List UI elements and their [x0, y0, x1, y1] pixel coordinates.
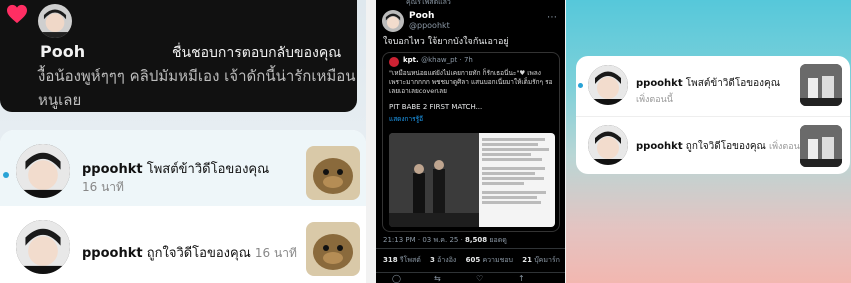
- reply-icon[interactable]: ◯: [392, 274, 401, 283]
- list-item[interactable]: ppoohkt โพสต์ข้าวิดีโอของคุณ เพิ่งตอนนี้: [576, 56, 850, 114]
- view-label: ยอดดู: [489, 236, 507, 244]
- heart-icon: [7, 4, 27, 24]
- notification-text: ppoohkt โพสต์ข้าวิดีโอของคุณ: [82, 158, 269, 179]
- like-icon[interactable]: ♡: [476, 274, 483, 283]
- right-screenshot: ppoohkt โพสต์ข้าวิดีโอของคุณ เพิ่งตอนนี้…: [566, 0, 851, 283]
- notification-text: ppoohkt ถูกใจวิดีโอของคุณ 16 นาที: [82, 242, 297, 263]
- user-name: ppoohkt: [82, 162, 143, 177]
- bookmark-label: บุ๊คมาร์ก: [534, 256, 560, 264]
- bookmark-count[interactable]: 21: [522, 256, 532, 264]
- avatar[interactable]: [38, 4, 72, 38]
- tweet-stats: 318 รีโพสต์ 3 อ้างอิง 605 ความชอบ 21 บุ๊…: [376, 248, 565, 266]
- notification-text: ppoohkt โพสต์ข้าวิดีโอของคุณ: [636, 76, 780, 91]
- user-name: ppoohkt: [82, 246, 143, 261]
- video-thumbnail[interactable]: [306, 222, 360, 276]
- view-count: 8,508: [465, 236, 488, 244]
- avatar[interactable]: [588, 65, 628, 105]
- quote-count[interactable]: 3: [430, 256, 435, 264]
- video-thumbnail[interactable]: [800, 64, 842, 106]
- quote-handle: @khaw_pt · 7h: [421, 56, 473, 64]
- quoted-tweet[interactable]: kpt. @khaw_pt · 7h "เหมือนหน่อยแต่ยังไม่…: [382, 52, 560, 232]
- stage-photo: [389, 133, 479, 227]
- list-item[interactable]: ppoohkt ถูกใจวิดีโอของคุณ เพิ่งตอนนี้: [576, 116, 850, 175]
- user-name: ppoohkt: [636, 78, 683, 89]
- notification-action: โพสต์ข้าวิดีโอของคุณ: [685, 78, 780, 89]
- notification-action: ถูกใจวิดีโอของคุณ: [685, 141, 766, 152]
- list-item[interactable]: ppoohkt ถูกใจวิดีโอของคุณ 16 นาที: [0, 210, 366, 283]
- reply-text: งื้อน้องพูห์ๆๆๆ คลิปมัมหมีเอง เจ้าดักนี้…: [38, 67, 356, 109]
- show-more-link[interactable]: แสดงการรู้อี: [389, 114, 423, 124]
- timestamp: 16 นาที: [254, 246, 297, 260]
- like-label: ความชอบ: [482, 256, 513, 264]
- video-thumbnail[interactable]: [800, 125, 842, 167]
- avatar[interactable]: [16, 220, 70, 274]
- notification-text: ppoohkt ถูกใจวิดีโอของคุณ เพิ่งตอนนี้: [636, 139, 806, 154]
- like-notification[interactable]: Pooh ชื่นชอบการตอบกลับของคุณ งื้อน้องพูห…: [0, 0, 357, 112]
- retweet-icon[interactable]: ⇆: [434, 274, 441, 283]
- unread-dot: [3, 172, 9, 178]
- tweet-actions: ◯ ⇆ ♡ ↑: [376, 272, 565, 283]
- tweet-meta: 21:13 PM · 03 พ.ค. 25 · 8,508 ยอดดู: [383, 235, 507, 246]
- text-document-image: [479, 133, 555, 227]
- like-count[interactable]: 605: [466, 256, 481, 264]
- quote-media[interactable]: [389, 133, 555, 227]
- repost-label: รีโพสต์: [399, 256, 421, 264]
- quote-author: kpt. @khaw_pt · 7h: [403, 56, 473, 64]
- tweet-screenshot: คุณรีโพสต์แล้ว Pooh @ppoohkt ⋯ ใจบอกไหว …: [376, 0, 565, 283]
- notification-action: ถูกใจวิดีโอของคุณ: [146, 246, 251, 261]
- repost-note: คุณรีโพสต์แล้ว: [406, 0, 451, 6]
- quote-title: PIT BABE 2 FIRST MATCH...: [389, 103, 483, 111]
- notification-action: ชื่นชอบการตอบกลับของคุณ: [172, 45, 342, 61]
- unread-dot: [578, 83, 583, 88]
- tweet-time: 21:13 PM · 03 พ.ค. 25 ·: [383, 236, 463, 244]
- user-name: ppoohkt: [636, 141, 683, 152]
- avatar[interactable]: [16, 144, 70, 198]
- repost-count[interactable]: 318: [383, 256, 398, 264]
- video-thumbnail[interactable]: [306, 146, 360, 200]
- quote-text: "เหมือนหน่อยแต่ยังไม่เคยกายทัก ก็รักเธอน…: [389, 69, 553, 95]
- user-name[interactable]: Pooh: [409, 11, 434, 21]
- quote-label: อ้างอิง: [437, 256, 457, 264]
- timestamp: 16 นาที: [82, 180, 124, 194]
- avatar[interactable]: [389, 57, 399, 67]
- user-name: Pooh: [40, 42, 86, 61]
- notification-list: ppoohkt โพสต์ข้าวิดีโอของคุณ เพิ่งตอนนี้…: [576, 56, 850, 174]
- share-icon[interactable]: ↑: [518, 274, 525, 283]
- notification-list: ppoohkt โพสต์ข้าวิดีโอของคุณ 16 นาที ppo…: [0, 130, 366, 283]
- timestamp: เพิ่งตอนนี้: [636, 95, 673, 105]
- tweet-text: ใจบอกไหว ใจ้ยากบังใจกันเอาอยู่: [383, 37, 509, 47]
- quote-name: kpt.: [403, 56, 419, 64]
- more-icon[interactable]: ⋯: [547, 12, 557, 23]
- user-handle[interactable]: @ppoohkt: [409, 21, 450, 30]
- list-item[interactable]: ppoohkt โพสต์ข้าวิดีโอของคุณ 16 นาที: [0, 130, 366, 206]
- avatar[interactable]: [588, 125, 628, 165]
- left-screenshot: Pooh ชื่นชอบการตอบกลับของคุณ งื้อน้องพูห…: [0, 0, 366, 283]
- avatar[interactable]: [382, 10, 404, 32]
- notification-action: โพสต์ข้าวิดีโอของคุณ: [146, 162, 270, 177]
